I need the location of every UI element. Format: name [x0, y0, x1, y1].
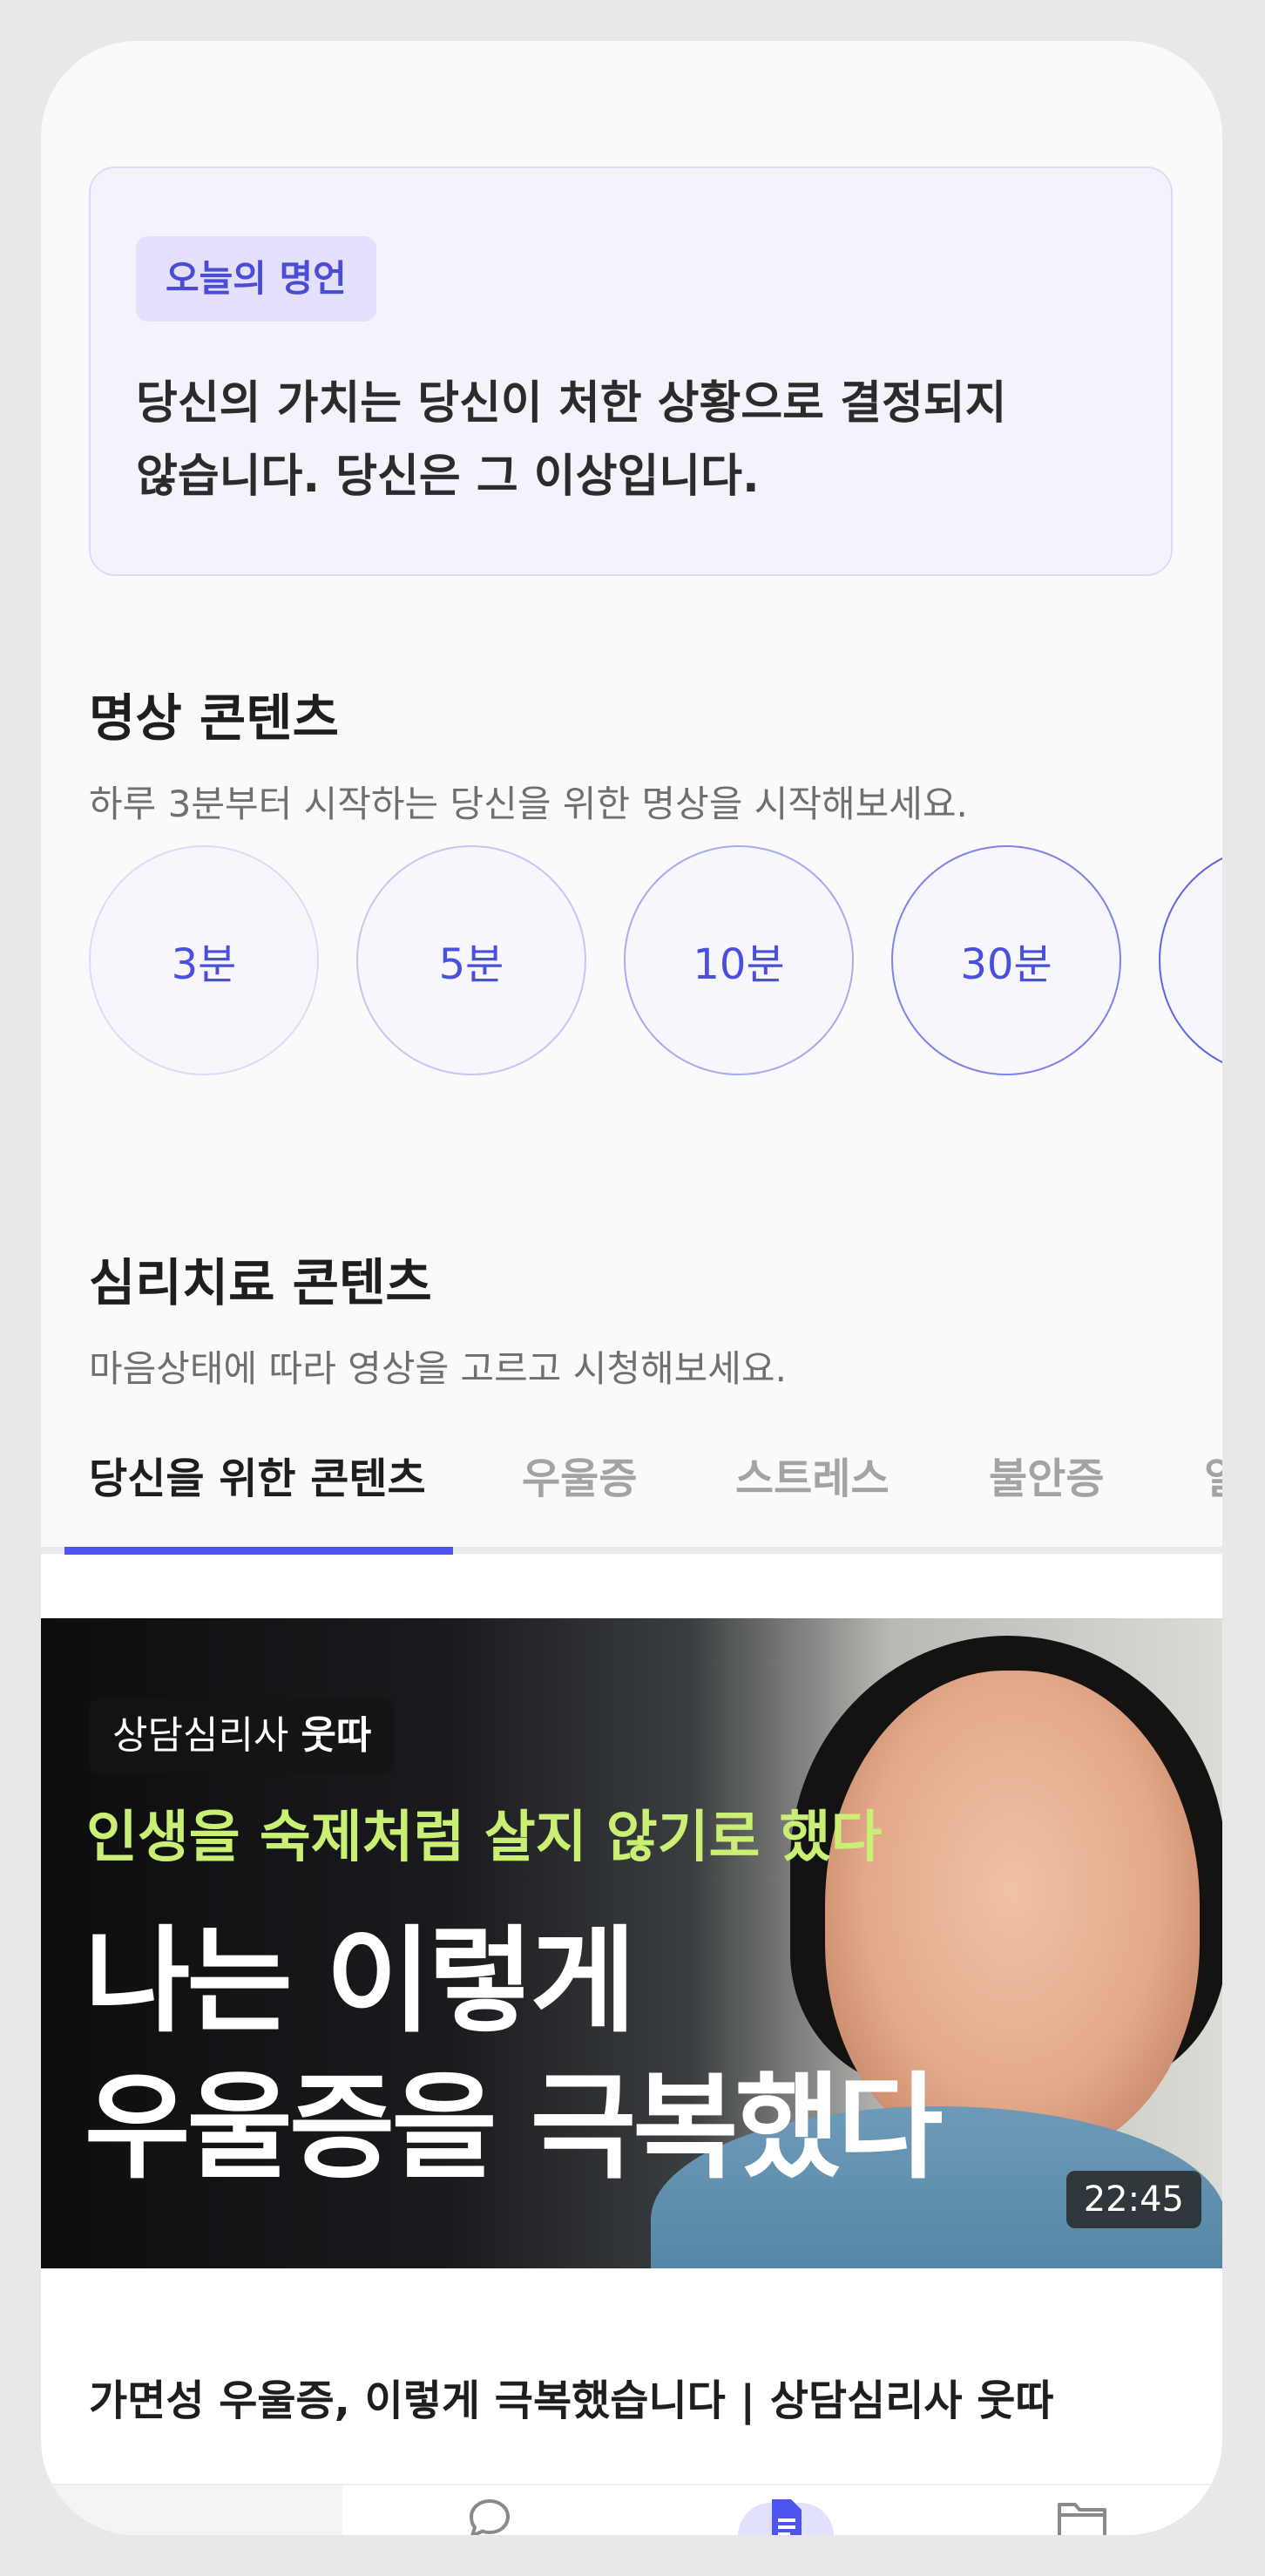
duration-more-button[interactable] — [1159, 845, 1222, 1075]
bottom-navigation — [41, 2484, 1222, 2535]
chat-icon[interactable] — [442, 2494, 538, 2535]
folder-icon[interactable] — [1034, 2494, 1130, 2535]
therapy-section-description: 마음상태에 따라 영상을 고르고 시청해보세요. — [89, 1347, 787, 1390]
duration-5min-button[interactable]: 5분 — [356, 845, 586, 1075]
tab-more[interactable]: 일 — [1204, 1444, 1222, 1505]
thumbnail-channel-badge: 상담심리사 웃따 — [90, 1698, 395, 1773]
meditation-section-description: 하루 3분부터 시작하는 당신을 위한 명상을 시작해보세요. — [89, 783, 968, 825]
tab-active-indicator — [64, 1547, 453, 1555]
daily-quote-card: 오늘의 명언 당신의 가치는 당신이 처한 상황으로 결정되지 않습니다. 당신… — [89, 166, 1173, 576]
video-thumbnail[interactable]: 상담심리사 웃따 인생을 숙제처럼 살지 않기로 했다 나는 이렇게 우울증을 … — [41, 1618, 1222, 2268]
app-screen: 오늘의 명언 당신의 가치는 당신이 처한 상황으로 결정되지 않습니다. 당신… — [41, 41, 1222, 2535]
thumbnail-headline-line-1: 나는 이렇게 — [85, 1915, 636, 2049]
duration-3min-button[interactable]: 3분 — [89, 845, 319, 1075]
duration-10min-button[interactable]: 10분 — [624, 845, 854, 1075]
tab-anxiety[interactable]: 불안증 — [989, 1444, 1104, 1505]
tab-stress[interactable]: 스트레스 — [735, 1444, 890, 1505]
duration-list: 3분 5분 10분 30분 — [89, 845, 1222, 1081]
daily-quote-text: 당신의 가치는 당신이 처한 상황으로 결정되지 않습니다. 당신은 그 이상입… — [136, 367, 1129, 513]
daily-quote-badge: 오늘의 명언 — [136, 236, 376, 322]
document-icon[interactable] — [738, 2494, 834, 2535]
bottom-nav-left-area — [41, 2485, 342, 2535]
thumbnail-headline-line-2: 우울증을 극복했다 — [85, 2061, 943, 2195]
thumbnail-subheadline: 인생을 숙제처럼 살지 않기로 했다 — [86, 1806, 883, 1870]
tab-depression[interactable]: 우울증 — [522, 1444, 637, 1505]
therapy-section-title: 심리치료 콘텐츠 — [89, 1253, 432, 1312]
quote-line-2: 않습니다. 당신은 그 이상입니다. — [136, 451, 760, 503]
meditation-section-title: 명상 콘텐츠 — [89, 688, 339, 748]
duration-30min-button[interactable]: 30분 — [891, 845, 1121, 1075]
quote-line-1: 당신의 가치는 당신이 처한 상황으로 결정되지 — [136, 377, 1007, 430]
tab-for-you[interactable]: 당신을 위한 콘텐츠 — [89, 1444, 426, 1505]
therapy-tabs: 당신을 위한 콘텐츠 우울증 스트레스 불안증 일 — [41, 1444, 1222, 1545]
video-duration-badge: 22:45 — [1065, 2171, 1201, 2228]
video-title[interactable]: 가면성 우울증, 이렇게 극복했습니다 | 상담심리사 웃따 — [89, 2366, 1054, 2427]
